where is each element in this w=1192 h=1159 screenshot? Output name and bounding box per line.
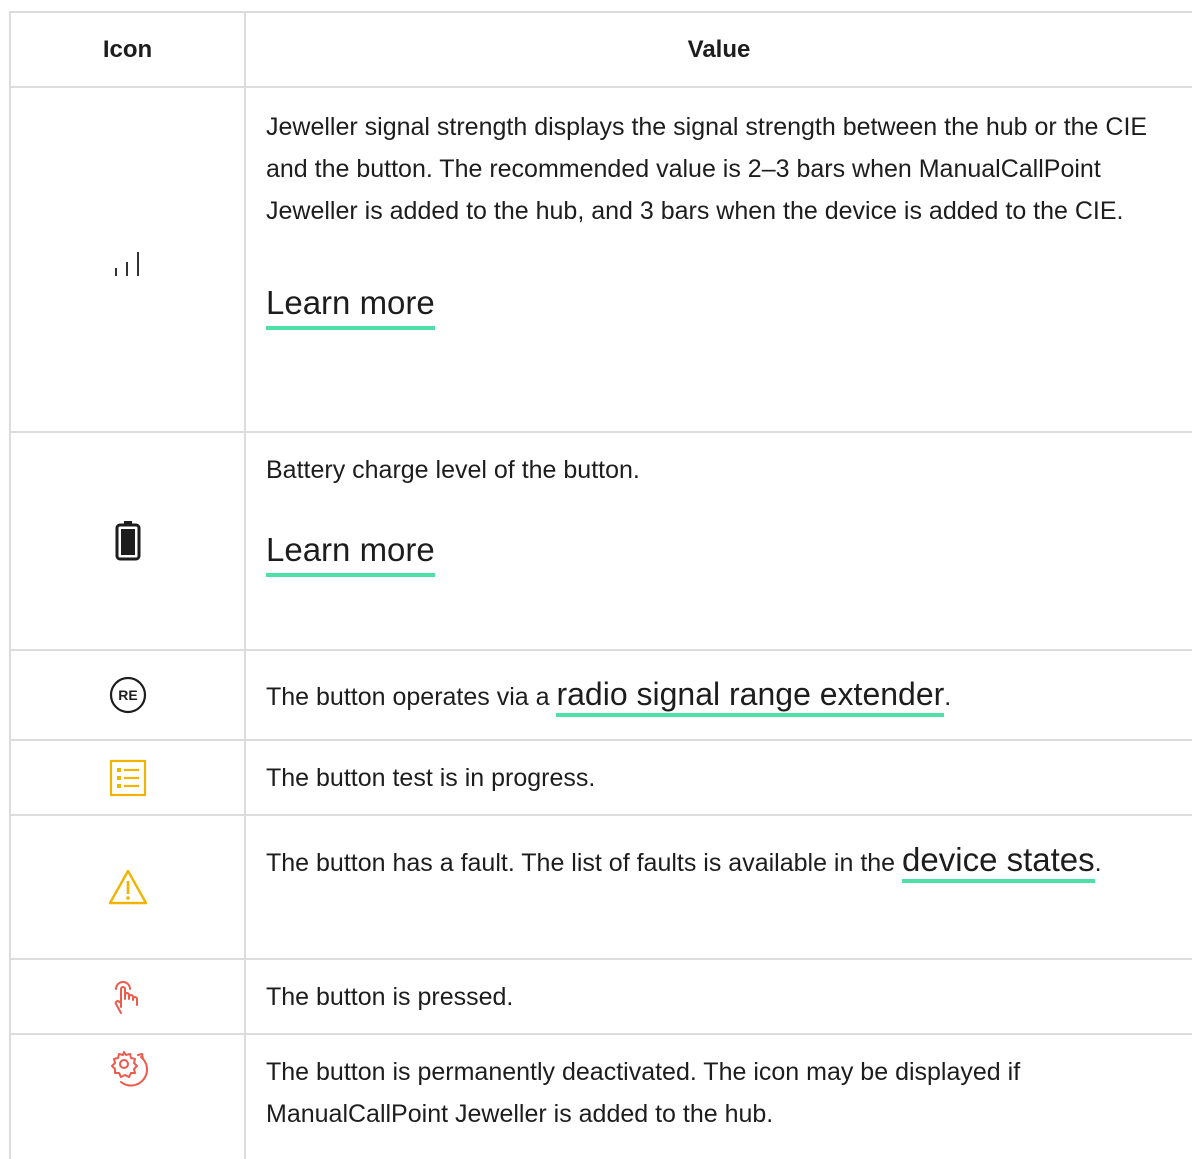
table-row: Jeweller signal strength displays the si… <box>9 88 1192 433</box>
value-cell: The button operates via a radio signal r… <box>246 651 1192 739</box>
warning-triangle-icon <box>107 867 149 907</box>
range-extender-link[interactable]: radio signal range extender <box>556 675 945 717</box>
learn-more-link[interactable]: Learn more <box>266 529 435 577</box>
description-tail: . <box>1094 849 1102 877</box>
icon-cell <box>9 816 246 958</box>
gear-deactivated-icon <box>107 1047 149 1087</box>
range-extender-icon: RE <box>108 675 148 715</box>
description-text: The button has a fault. The list of faul… <box>266 849 903 877</box>
icon-cell <box>9 960 246 1033</box>
value-cell: The button has a fault. The list of faul… <box>246 816 1192 958</box>
row-description: The button test is in progress. <box>266 763 596 792</box>
table-row: The button test is in progress. <box>9 741 1192 816</box>
table-row: The button has a fault. The list of faul… <box>9 816 1192 960</box>
value-cell: The button test is in progress. <box>246 741 1192 814</box>
icon-cell <box>9 433 246 649</box>
table-row: Battery charge level of the button. Lear… <box>9 433 1192 651</box>
header-value: Value <box>687 35 751 63</box>
value-cell: Jeweller signal strength displays the si… <box>246 88 1192 431</box>
table-row: RE The button operates via a radio signa… <box>9 651 1192 741</box>
device-states-link[interactable]: device states <box>902 841 1095 883</box>
value-cell: The button is permanently deactivated. T… <box>246 1035 1192 1159</box>
row-description: Battery charge level of the button. <box>266 456 640 484</box>
icon-cell <box>9 88 246 431</box>
hand-press-icon <box>108 977 148 1017</box>
table-header-row: Icon Value <box>9 11 1192 88</box>
re-icon-label: RE <box>118 687 137 703</box>
table-row: The button is permanently deactivated. T… <box>9 1035 1192 1159</box>
row-description: The button operates via a radio signal r… <box>266 673 951 718</box>
icon-cell <box>9 1035 246 1159</box>
battery-icon <box>113 519 143 563</box>
value-cell: The button is pressed. <box>246 960 1192 1033</box>
header-icon: Icon <box>9 13 246 86</box>
icon-cell <box>9 741 246 814</box>
learn-more-link[interactable]: Learn more <box>266 282 435 330</box>
description-tail: . <box>944 682 952 711</box>
row-description: Jeweller signal strength displays the si… <box>266 113 1148 225</box>
table-row: The button is pressed. <box>9 960 1192 1035</box>
row-description: The button is pressed. <box>266 982 514 1011</box>
test-checklist-icon <box>108 758 148 798</box>
signal-strength-icon <box>108 240 148 280</box>
row-description: The button is permanently deactivated. T… <box>266 1058 1021 1128</box>
value-cell: Battery charge level of the button. Lear… <box>246 433 1192 649</box>
row-description: The button has a fault. The list of faul… <box>266 834 1172 889</box>
states-table: Icon Value Jeweller signal strength disp… <box>9 11 1192 1159</box>
description-text: The button operates via a <box>266 682 557 711</box>
icon-cell: RE <box>9 651 246 739</box>
